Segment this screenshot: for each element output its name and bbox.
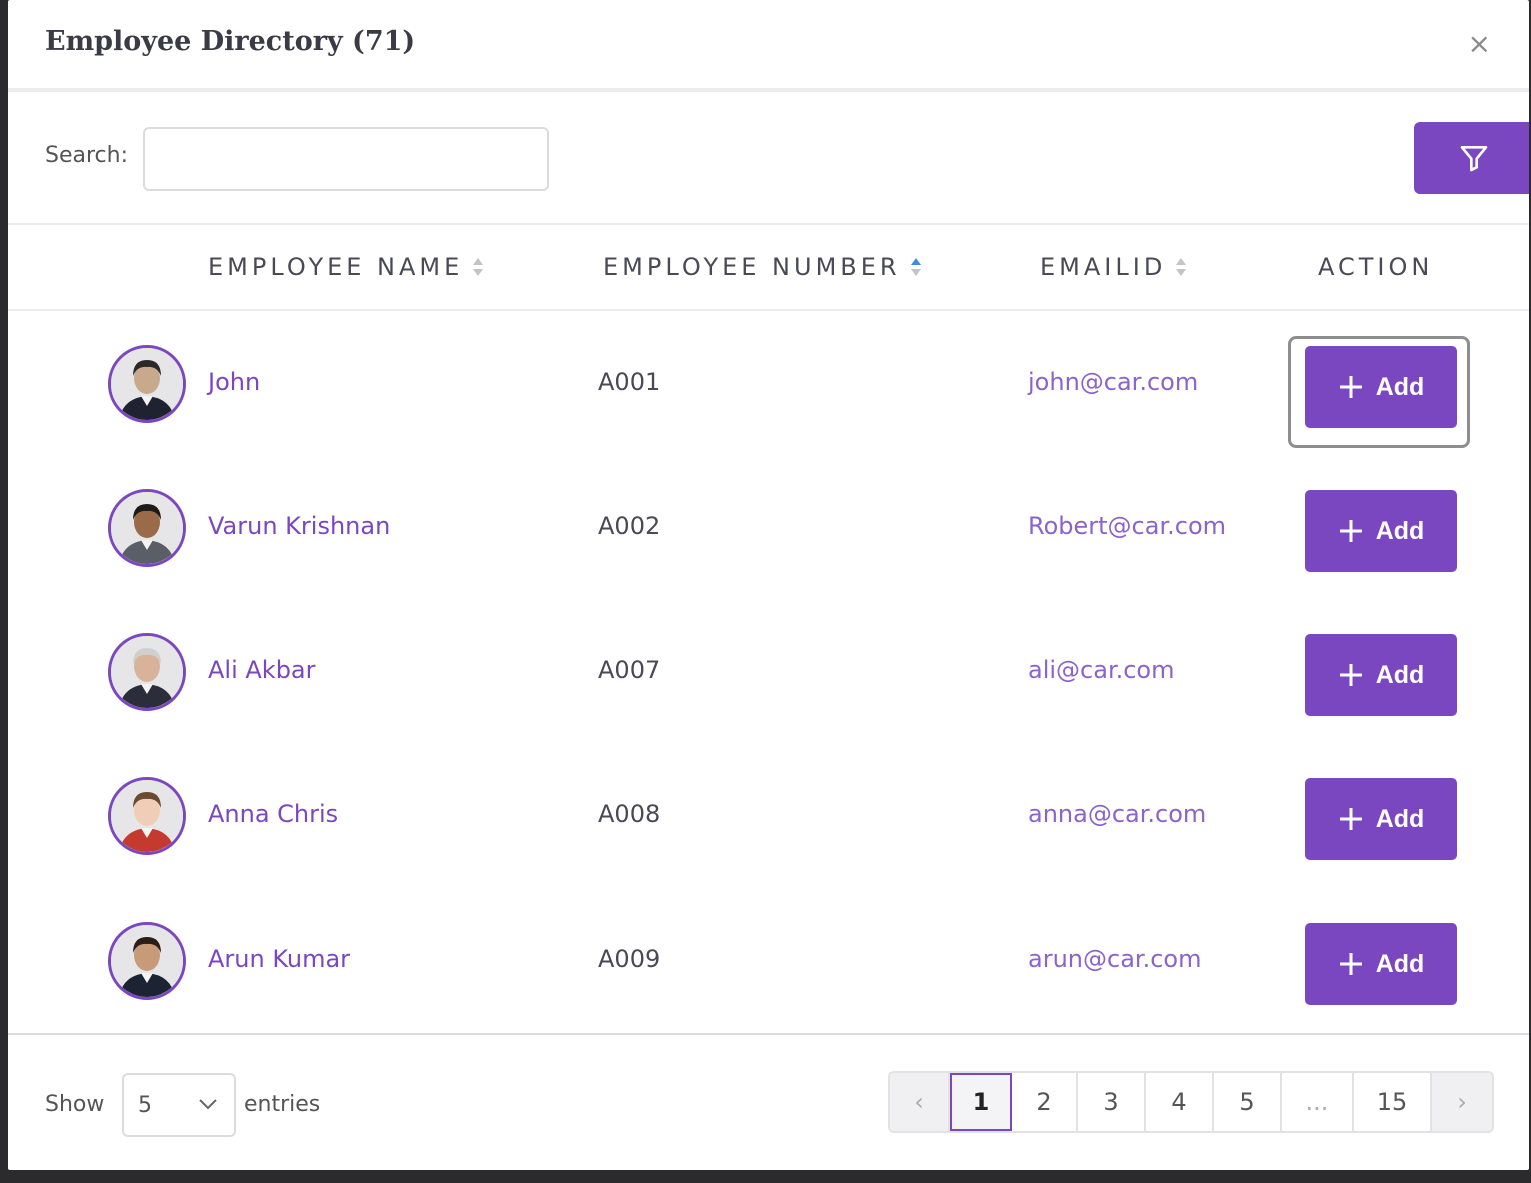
add-button-wrapper: Add — [1288, 336, 1470, 448]
column-header-employee-number[interactable]: EMPLOYEE NUMBER — [603, 253, 923, 281]
column-header-label: EMPLOYEE NUMBER — [603, 253, 901, 281]
employee-number: A009 — [598, 945, 661, 973]
employee-name-link[interactable]: John — [208, 368, 260, 396]
add-button[interactable]: Add — [1305, 923, 1457, 1005]
modal-title: Employee Directory (71) — [45, 26, 416, 57]
avatar — [108, 777, 186, 855]
chevron-down-icon — [199, 1099, 217, 1110]
search-label: Search: — [45, 143, 128, 168]
sort-ascending-icon — [910, 258, 921, 276]
plus-icon — [1339, 953, 1362, 975]
table-row: John A001 john@car.com Add — [8, 312, 1529, 456]
column-header-employee-name[interactable]: EMPLOYEE NAME — [208, 253, 485, 281]
add-button-wrapper: Add — [1288, 768, 1470, 880]
pagination-page-2[interactable]: 2 — [1012, 1073, 1078, 1131]
add-button-label: Add — [1375, 949, 1425, 978]
avatar — [108, 345, 186, 423]
show-label: Show — [45, 1092, 105, 1117]
pagination-page-4[interactable]: 4 — [1146, 1073, 1214, 1131]
employee-directory-modal: Employee Directory (71) × Search: EMPLOY… — [8, 0, 1529, 1170]
employee-name-link[interactable]: Varun Krishnan — [208, 512, 390, 540]
pagination-page-5[interactable]: 5 — [1214, 1073, 1282, 1131]
avatar-photo — [111, 780, 183, 852]
table-row: Arun Kumar A009 arun@car.com Add — [8, 889, 1529, 1033]
avatar-photo — [111, 348, 183, 420]
avatar — [108, 633, 186, 711]
avatar — [108, 489, 186, 567]
employee-email-link[interactable]: arun@car.com — [1028, 945, 1201, 973]
add-button-label: Add — [1375, 804, 1425, 833]
sort-icon — [1176, 258, 1187, 276]
employee-number: A001 — [598, 368, 661, 396]
employee-number: A008 — [598, 800, 661, 828]
column-header-emailid[interactable]: EMAILID — [1040, 253, 1188, 281]
page-size-select[interactable]: 5 — [122, 1073, 236, 1137]
column-header-label: EMPLOYEE NAME — [208, 253, 464, 281]
employee-email-link[interactable]: Robert@car.com — [1028, 512, 1226, 540]
add-button-wrapper: Add — [1288, 480, 1470, 592]
add-button-wrapper: Add — [1288, 624, 1470, 736]
modal-header: Employee Directory (71) × — [8, 0, 1529, 92]
plus-icon — [1339, 520, 1362, 542]
add-button-label: Add — [1375, 516, 1425, 545]
table-row: Anna Chris A008 anna@car.com Add — [8, 744, 1529, 888]
filter-button[interactable] — [1414, 122, 1529, 194]
entries-label: entries — [244, 1092, 321, 1117]
column-header-label: EMAILID — [1040, 253, 1167, 281]
add-button[interactable]: Add — [1305, 346, 1457, 428]
employee-email-link[interactable]: ali@car.com — [1028, 656, 1175, 684]
sort-icon — [473, 258, 484, 276]
add-button[interactable]: Add — [1305, 490, 1457, 572]
add-button[interactable]: Add — [1305, 634, 1457, 716]
search-input[interactable] — [143, 127, 549, 191]
employee-name-link[interactable]: Ali Akbar — [208, 656, 316, 684]
employee-number: A007 — [598, 656, 661, 684]
avatar-photo — [111, 636, 183, 708]
pagination-page-15[interactable]: 15 — [1354, 1073, 1432, 1131]
plus-icon — [1339, 664, 1362, 686]
employee-number: A002 — [598, 512, 661, 540]
employee-email-link[interactable]: john@car.com — [1028, 368, 1198, 396]
add-button-label: Add — [1375, 372, 1425, 401]
plus-icon — [1339, 808, 1362, 830]
pagination-next-button[interactable]: › — [1432, 1073, 1492, 1131]
filter-icon — [1460, 146, 1488, 172]
pagination-ellipsis: ... — [1282, 1073, 1354, 1131]
pagination-prev-button[interactable]: ‹ — [890, 1073, 950, 1131]
pagination: ‹ 1 2 3 4 5 ... 15 › — [888, 1071, 1494, 1133]
table-row: Ali Akbar A007 ali@car.com Add — [8, 600, 1529, 744]
avatar — [108, 922, 186, 1000]
table-header: EMPLOYEE NAME EMPLOYEE NUMBER EMAILID AC… — [8, 223, 1529, 311]
employee-name-link[interactable]: Arun Kumar — [208, 945, 350, 973]
avatar-photo — [111, 925, 183, 997]
add-button-label: Add — [1375, 660, 1425, 689]
add-button[interactable]: Add — [1305, 778, 1457, 860]
employee-name-link[interactable]: Anna Chris — [208, 800, 338, 828]
avatar-photo — [111, 492, 183, 564]
close-icon[interactable]: × — [1468, 30, 1491, 58]
table-footer: Show 5 entries ‹ 1 2 3 4 5 ... 15 › — [8, 1033, 1529, 1170]
employee-email-link[interactable]: anna@car.com — [1028, 800, 1206, 828]
pagination-page-1[interactable]: 1 — [950, 1073, 1012, 1131]
page-size-value: 5 — [138, 1092, 152, 1118]
column-header-label: ACTION — [1318, 253, 1434, 281]
column-header-action: ACTION — [1318, 253, 1433, 281]
add-button-wrapper: Add — [1288, 913, 1470, 1025]
plus-icon — [1339, 376, 1362, 398]
table-row: Varun Krishnan A002 Robert@car.com Add — [8, 456, 1529, 600]
pagination-page-3[interactable]: 3 — [1078, 1073, 1146, 1131]
